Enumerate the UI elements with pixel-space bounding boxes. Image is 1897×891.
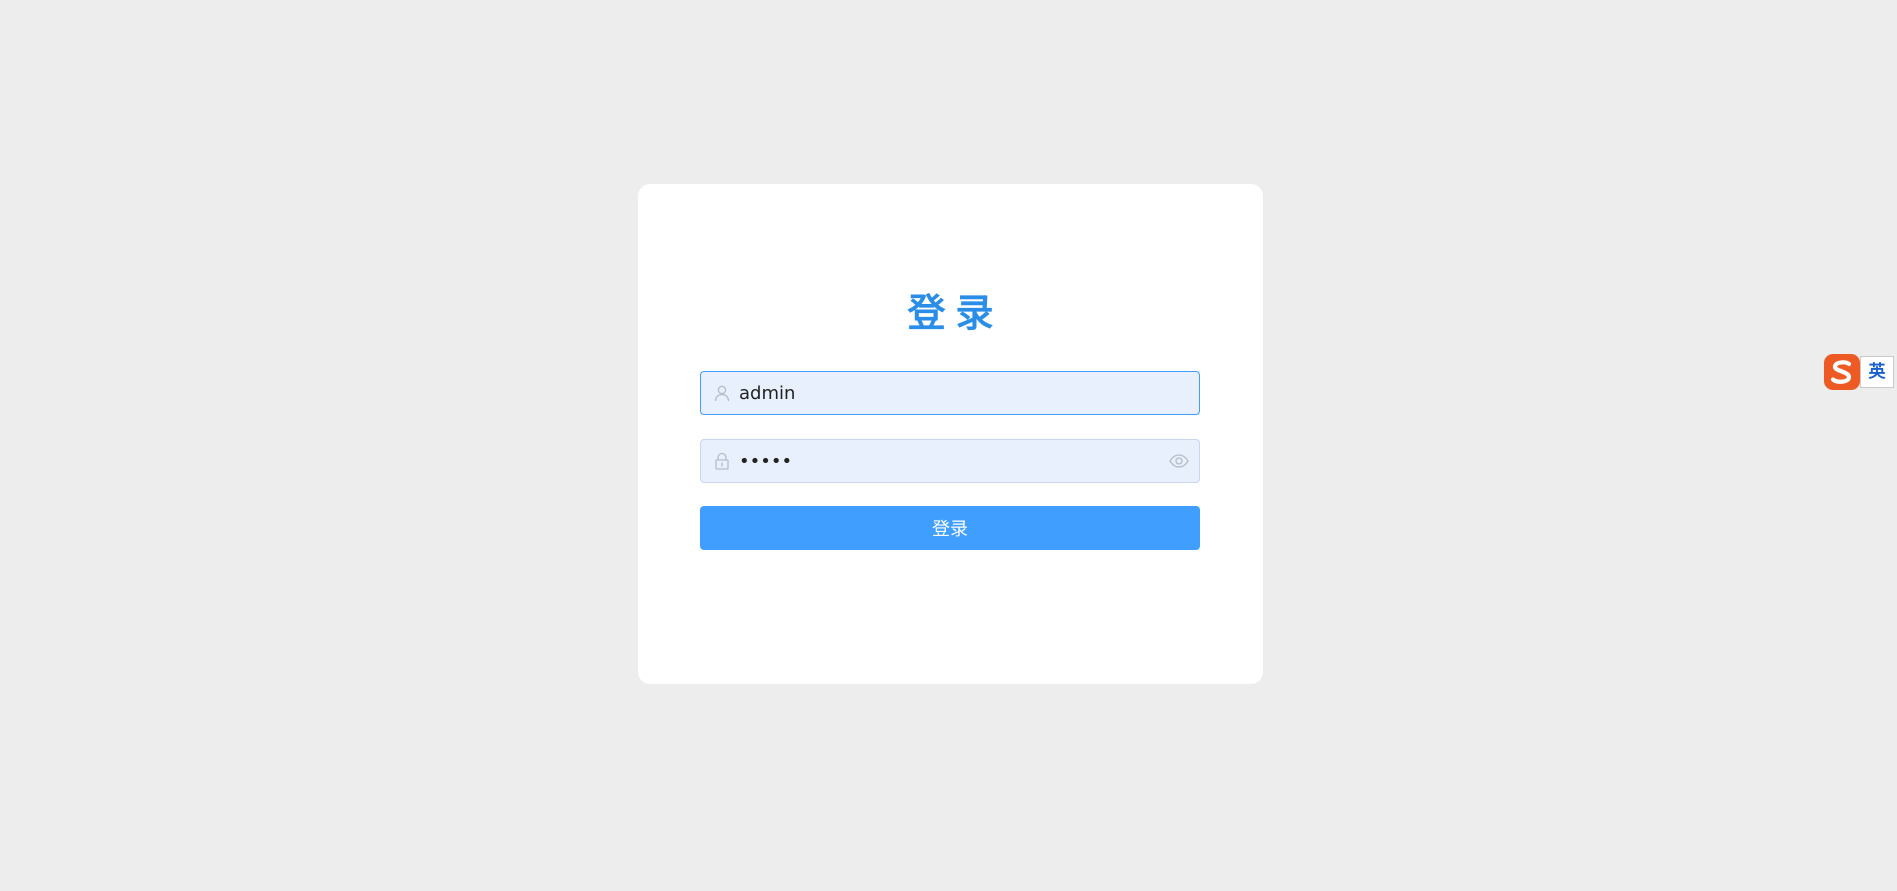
login-card: 登录 登录: [638, 184, 1263, 684]
eye-icon[interactable]: [1169, 452, 1189, 470]
username-input[interactable]: [739, 372, 1159, 414]
sogou-s-icon[interactable]: [1822, 352, 1862, 392]
login-button[interactable]: 登录: [700, 506, 1200, 550]
password-input[interactable]: [739, 440, 1159, 482]
ime-language-toggle[interactable]: 英: [1860, 356, 1894, 388]
lock-icon: [713, 452, 731, 470]
login-title: 登录: [907, 291, 1004, 335]
password-field[interactable]: [700, 439, 1200, 483]
ime-toolbar[interactable]: 英: [1822, 352, 1894, 392]
username-field[interactable]: [700, 371, 1200, 415]
user-icon: [713, 384, 731, 402]
